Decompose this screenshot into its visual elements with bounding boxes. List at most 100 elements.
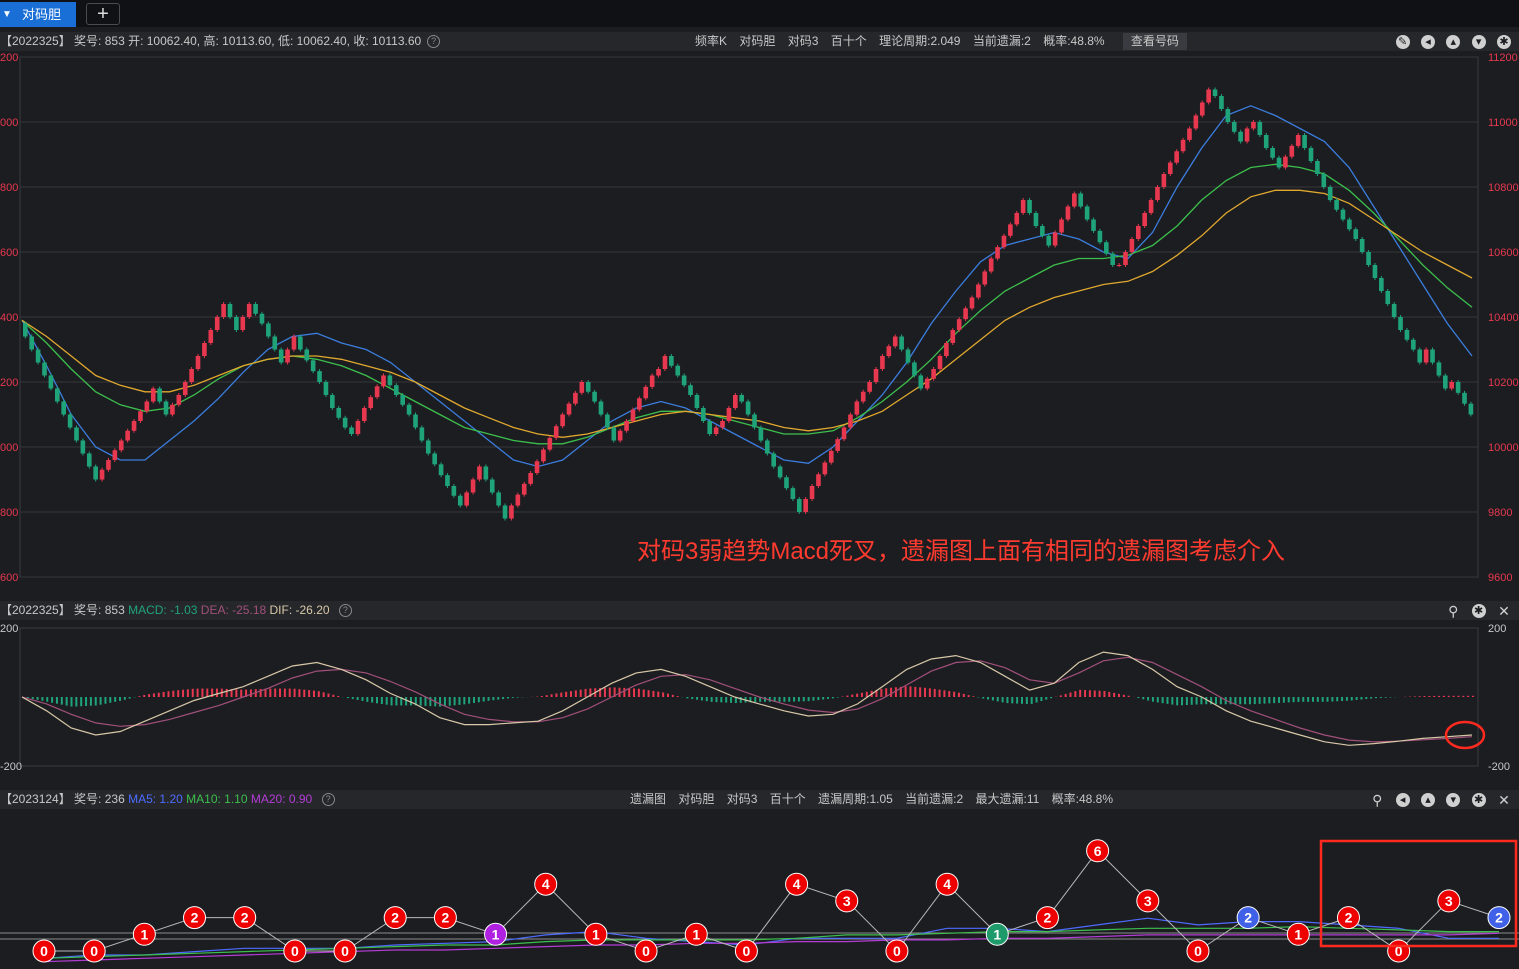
- close-icon[interactable]: ✕: [1497, 793, 1511, 807]
- gear-icon[interactable]: ✱: [1471, 792, 1486, 807]
- main-chart-header: 【2022325】 奖号: 853 开: 10062.40, 高: 10113.…: [0, 32, 1519, 51]
- omission-point: 0: [1186, 939, 1210, 963]
- omission-point: 2: [233, 906, 257, 930]
- candle-down: [796, 499, 802, 512]
- candle-down: [1231, 122, 1237, 132]
- candle-up: [560, 414, 565, 427]
- candle-down: [1404, 330, 1410, 340]
- omission-point: 2: [383, 906, 407, 930]
- candle-up: [99, 469, 105, 480]
- candle-down: [234, 317, 239, 330]
- omission-value: 1: [140, 926, 148, 942]
- gear-icon[interactable]: ✱: [1471, 603, 1486, 618]
- omit-stat-item: 当前遗漏:2: [905, 792, 964, 806]
- view-numbers-button[interactable]: 查看号码: [1122, 33, 1187, 50]
- candle-down: [912, 362, 917, 376]
- candle-up: [860, 391, 866, 402]
- candle-up: [1199, 102, 1205, 116]
- candle-down: [272, 336, 278, 350]
- down-icon[interactable]: ▾: [1471, 34, 1486, 49]
- omit-stat-item: 最大遗漏:11: [975, 792, 1040, 806]
- candle-down: [413, 414, 418, 428]
- candle-down: [483, 466, 489, 480]
- omit-stat-item: 对码胆: [678, 792, 715, 806]
- candle-down: [445, 475, 450, 486]
- main-chart-stats: 频率K 对码胆 对码3 百十个 理论周期:2.049 当前遗漏:2 概率:48.…: [695, 32, 1196, 51]
- candle-up: [509, 505, 514, 519]
- candle-down: [1372, 265, 1378, 278]
- candle-down: [1091, 219, 1096, 231]
- candle-down: [1353, 229, 1359, 239]
- candle-up: [528, 473, 533, 484]
- pin-icon[interactable]: ⚲: [1446, 604, 1460, 618]
- candle-up: [381, 375, 386, 387]
- omit-ma20-line: [43, 932, 1500, 963]
- candle-down: [342, 417, 348, 428]
- up-icon[interactable]: ▴: [1420, 792, 1435, 807]
- omission-point: 1: [484, 922, 508, 946]
- macd-toolbar: ⚲ ✱ ✕: [1438, 601, 1511, 620]
- candle-down: [694, 395, 700, 408]
- add-tab-button[interactable]: +: [86, 3, 120, 25]
- candle-down: [905, 349, 911, 363]
- candle-down: [67, 414, 73, 428]
- help-icon[interactable]: ?: [321, 793, 335, 807]
- edit-icon[interactable]: ✎: [1395, 34, 1410, 49]
- pin-icon[interactable]: ⚲: [1370, 793, 1384, 807]
- candle-down: [918, 375, 924, 389]
- candle-down: [425, 440, 431, 454]
- help-icon[interactable]: ?: [427, 35, 441, 49]
- candle-down: [675, 365, 681, 376]
- main-stat-item: 当前遗漏:2: [972, 34, 1031, 48]
- omission-value: 2: [191, 910, 199, 926]
- candle-down: [393, 385, 399, 395]
- candle-up: [867, 382, 872, 392]
- candle-up: [470, 479, 476, 493]
- y-tick-right: 10800: [1488, 182, 1519, 194]
- candle-up: [355, 421, 361, 434]
- gear-icon[interactable]: ✱: [1497, 34, 1511, 49]
- candle-up: [221, 304, 226, 317]
- omission-line: [44, 850, 1500, 952]
- candle-up: [976, 284, 981, 298]
- candle-down: [86, 453, 92, 467]
- ma20-value: MA20: 0.90: [250, 792, 313, 806]
- down-icon[interactable]: ▾: [1446, 792, 1461, 807]
- candle-down: [790, 488, 796, 499]
- candle-up: [534, 461, 540, 473]
- back-icon[interactable]: ◂: [1395, 792, 1410, 807]
- candle-down: [42, 362, 47, 376]
- candle-up: [637, 398, 642, 410]
- candle-up: [208, 330, 214, 343]
- candle-down: [752, 414, 757, 428]
- candle-up: [630, 409, 636, 421]
- omission-value: 2: [1495, 910, 1503, 926]
- candle-down: [1398, 317, 1403, 330]
- omission-value: 4: [943, 876, 951, 892]
- help-icon[interactable]: ?: [338, 604, 352, 618]
- candle-up: [246, 304, 252, 317]
- candle-up: [176, 395, 182, 405]
- candle-up: [828, 450, 834, 463]
- close-icon[interactable]: ✕: [1497, 604, 1511, 618]
- omission-point: 3: [835, 889, 859, 913]
- candle-up: [1052, 232, 1058, 246]
- macd-chart: 200 200 -200 -200: [0, 623, 1510, 773]
- omission-point: 1: [684, 922, 708, 946]
- candle-up: [835, 439, 840, 451]
- candle-down: [1276, 157, 1282, 168]
- candle-down: [387, 375, 393, 386]
- macd-info: 【2022325】 奖号: 853 MACD: -1.03 DEA: -25.1…: [0, 601, 352, 620]
- candle-up: [131, 421, 137, 431]
- y-tick-right: -200: [1488, 761, 1510, 773]
- candle-down: [317, 371, 322, 382]
- tab-duima-dan[interactable]: ▼ 对码胆: [0, 2, 76, 27]
- main-stat-item: 对码胆: [739, 34, 776, 48]
- y-tick-left: 400: [0, 312, 18, 324]
- back-icon[interactable]: ◂: [1420, 34, 1435, 49]
- up-icon[interactable]: ▴: [1446, 34, 1461, 49]
- omission-point: 1: [985, 922, 1009, 946]
- candle-up: [285, 349, 290, 363]
- main-stat-item: 百十个: [830, 34, 867, 48]
- candle-up: [1174, 151, 1179, 163]
